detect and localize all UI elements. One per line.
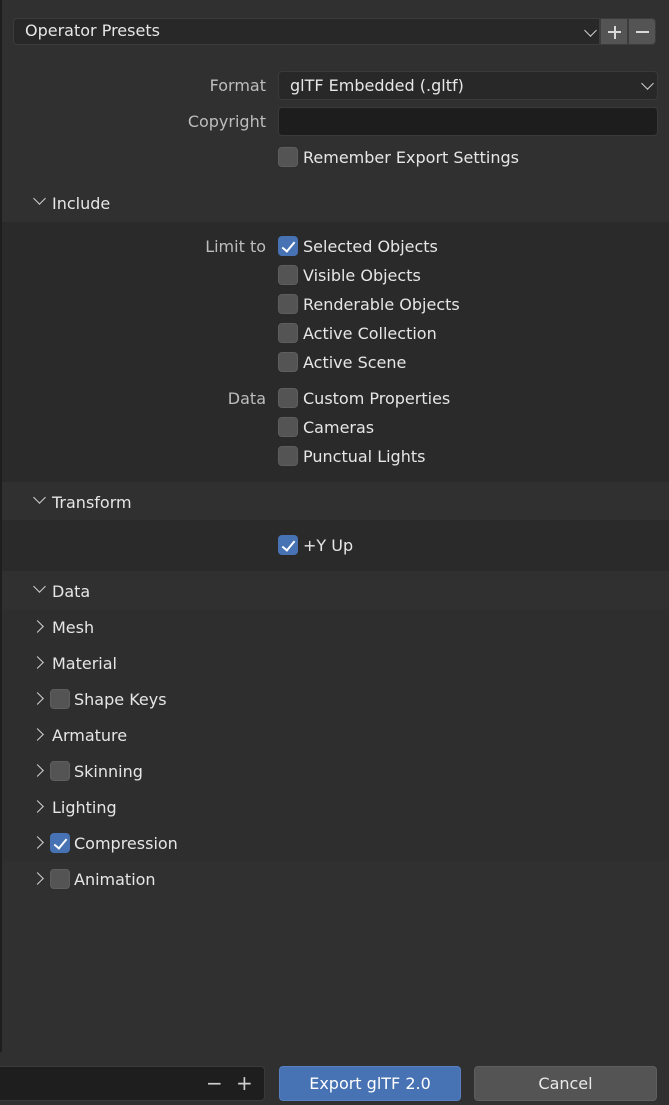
minus-icon (636, 31, 649, 33)
custom-properties-checkbox[interactable] (278, 388, 298, 408)
copyright-field[interactable] (278, 107, 658, 136)
lighting-subpanel-title: Lighting (52, 798, 117, 817)
increment-filename-button[interactable]: + (236, 1071, 253, 1095)
custom-properties-label: Custom Properties (303, 389, 451, 408)
cancel-button[interactable]: Cancel (474, 1066, 657, 1101)
remember-settings-checkbox[interactable] (278, 147, 298, 167)
compression-checkbox[interactable] (50, 833, 70, 853)
filename-field[interactable] (0, 1066, 265, 1101)
checkmark-icon (53, 835, 68, 850)
renderable-objects-checkbox[interactable] (278, 294, 298, 314)
remember-settings-label: Remember Export Settings (303, 148, 520, 167)
active-collection-checkbox[interactable] (278, 323, 298, 343)
data-label: Data (227, 389, 266, 408)
active-scene-label: Active Scene (303, 353, 407, 372)
compression-subpanel-title: Compression (74, 834, 178, 853)
transform-panel-title: Transform (52, 493, 132, 512)
selected-objects-label: Selected Objects (303, 237, 438, 256)
data-panel-title: Data (52, 582, 91, 601)
mesh-subpanel-header[interactable] (2, 612, 669, 642)
material-subpanel-title: Material (52, 654, 117, 673)
animation-checkbox[interactable] (50, 869, 70, 889)
animation-subpanel-title: Animation (74, 870, 156, 889)
visible-objects-label: Visible Objects (303, 266, 421, 285)
copyright-label: Copyright (187, 112, 266, 131)
renderable-objects-label: Renderable Objects (303, 295, 460, 314)
checkmark-icon (281, 238, 296, 253)
data-panel-header[interactable] (2, 573, 669, 610)
skinning-checkbox[interactable] (50, 761, 70, 781)
armature-subpanel-title: Armature (52, 726, 128, 745)
include-panel-body (2, 222, 669, 482)
skinning-subpanel-title: Skinning (74, 762, 143, 781)
decrement-filename-button[interactable]: − (206, 1071, 223, 1095)
include-panel-title: Include (52, 194, 111, 213)
active-scene-checkbox[interactable] (278, 352, 298, 372)
format-label: Format (209, 76, 266, 95)
active-collection-label: Active Collection (303, 324, 437, 343)
punctual-lights-label: Punctual Lights (303, 447, 426, 466)
cameras-checkbox[interactable] (278, 417, 298, 437)
shape-keys-checkbox[interactable] (50, 689, 70, 709)
shape-keys-subpanel-title: Shape Keys (74, 690, 167, 709)
mesh-subpanel-title: Mesh (52, 618, 95, 637)
punctual-lights-checkbox[interactable] (278, 446, 298, 466)
visible-objects-checkbox[interactable] (278, 265, 298, 285)
remove-preset-button[interactable] (628, 18, 656, 45)
format-value: glTF Embedded (.gltf) (290, 76, 464, 95)
y-up-checkbox[interactable] (278, 535, 298, 555)
add-preset-button[interactable] (600, 18, 628, 45)
y-up-label: +Y Up (303, 536, 354, 555)
checkmark-icon (281, 537, 296, 552)
export-button[interactable]: Export glTF 2.0 (279, 1066, 461, 1101)
cameras-label: Cameras (303, 418, 375, 437)
limit-to-label: Limit to (205, 237, 266, 256)
operator-presets-label: Operator Presets (25, 21, 160, 40)
selected-objects-checkbox[interactable] (278, 236, 298, 256)
